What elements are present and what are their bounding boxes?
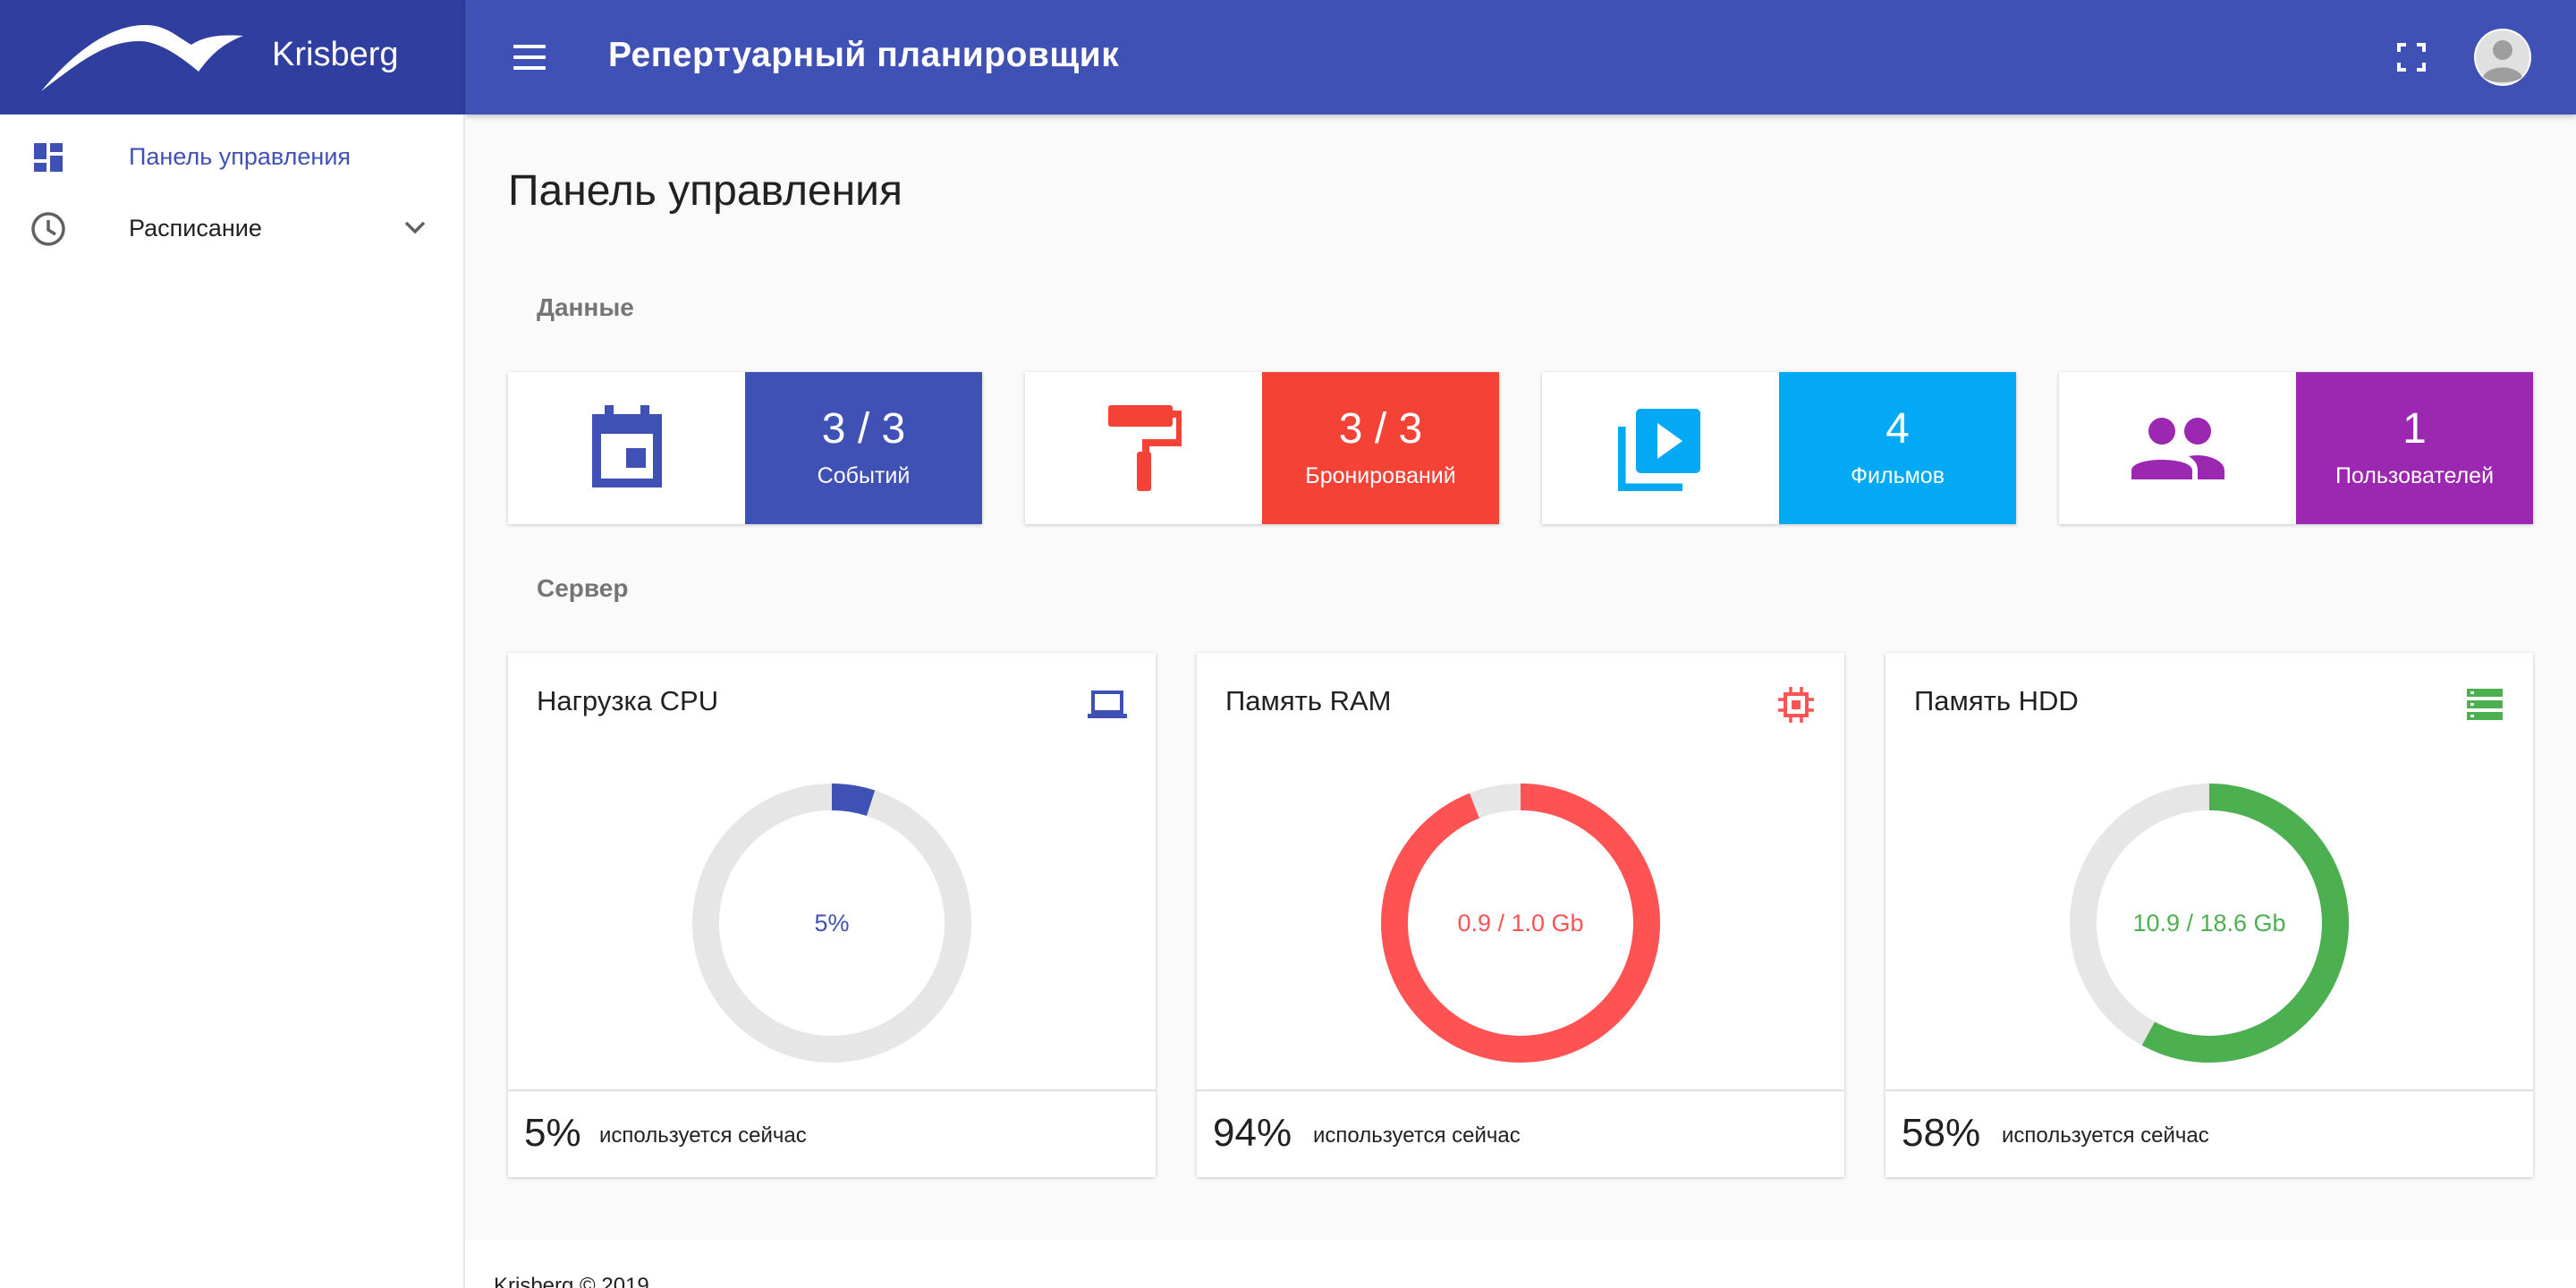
stat-card-films[interactable]: 4 Фильмов [1542,372,2016,524]
stat-value: 3 / 3 [821,405,906,453]
sidebar-item-label: Панель управления [129,143,352,170]
donut-center-label: 5% [814,909,850,936]
chevron-down-icon[interactable] [401,213,429,242]
dashboard-icon [34,143,63,172]
stat-card-events[interactable]: 3 / 3 Событий [508,372,982,524]
stat-label: Пользователей [2334,463,2495,488]
stat-card-bookings[interactable]: 3 / 3 Бронирований [1025,372,1499,524]
sidebar: Панель управления Расписание [0,114,465,1288]
footer: Krisberg © 2019 [465,1240,2576,1288]
stat-label: Событий [817,463,911,488]
fullscreen-icon[interactable] [2395,41,2428,73]
memory-chip-icon [1778,687,1814,723]
brand-name: Krisberg [272,36,399,73]
top-app-bar: Репертуарный планировщик [465,0,2576,114]
server-card-hdd: Память HDD 10.9 / 18.6 Gb 58% использует… [1885,653,2533,1177]
brand-block: Krisberg [0,0,465,114]
stat-value: 3 / 3 [1338,405,1423,453]
divider [508,1089,1156,1091]
storage-icon [2467,689,2503,720]
sidebar-item-schedule[interactable]: Расписание [0,193,463,265]
footer-copyright: Krisberg © 2019 [494,1274,649,1288]
server-card-ram: Память RAM 0.9 / 1.0 Gb 94% используется… [1197,653,1844,1177]
usage-note: используется сейчас [599,1123,807,1148]
server-card-cpu: Нагрузка CPU 5% 5% используется сейчас [508,653,1156,1177]
card-title: Память HDD [1914,685,2079,716]
calendar-icon [591,405,662,487]
stat-label: Бронирований [1305,463,1456,488]
bird-logo-icon [41,25,243,91]
usage-percent: 5% [524,1111,581,1155]
usage-note: используется сейчас [2002,1123,2209,1148]
card-title: Нагрузка CPU [537,685,719,716]
stat-value: 4 [1885,405,1910,453]
app-title: Репертуарный планировщик [608,36,1120,74]
menu-icon[interactable] [512,39,547,75]
stat-label: Фильмов [1851,463,1945,488]
usage-percent: 58% [1902,1111,1981,1155]
divider [1885,1089,2533,1091]
video-library-icon [1617,409,1700,491]
account-icon [2476,30,2529,84]
people-icon [2131,418,2224,479]
donut-center-label: 10.9 / 18.6 Gb [2132,909,2286,936]
paint-roller-icon [1107,405,1182,491]
sidebar-item-label: Расписание [129,215,262,242]
user-avatar[interactable] [2474,29,2531,86]
sidebar-item-dashboard[interactable]: Панель управления [0,122,463,193]
divider [1197,1089,1844,1091]
card-title: Память RAM [1225,685,1392,716]
clock-icon [31,212,65,246]
laptop-icon [1088,691,1127,718]
usage-percent: 94% [1213,1111,1292,1155]
page-title: Панель управления [508,167,902,215]
section-title-data: Данные [537,293,634,321]
donut-center-label: 0.9 / 1.0 Gb [1457,909,1584,936]
stat-value: 1 [2402,405,2427,453]
stat-card-users[interactable]: 1 Пользователей [2059,372,2533,524]
section-title-server: Сервер [537,574,629,602]
usage-note: используется сейчас [1313,1123,1521,1148]
